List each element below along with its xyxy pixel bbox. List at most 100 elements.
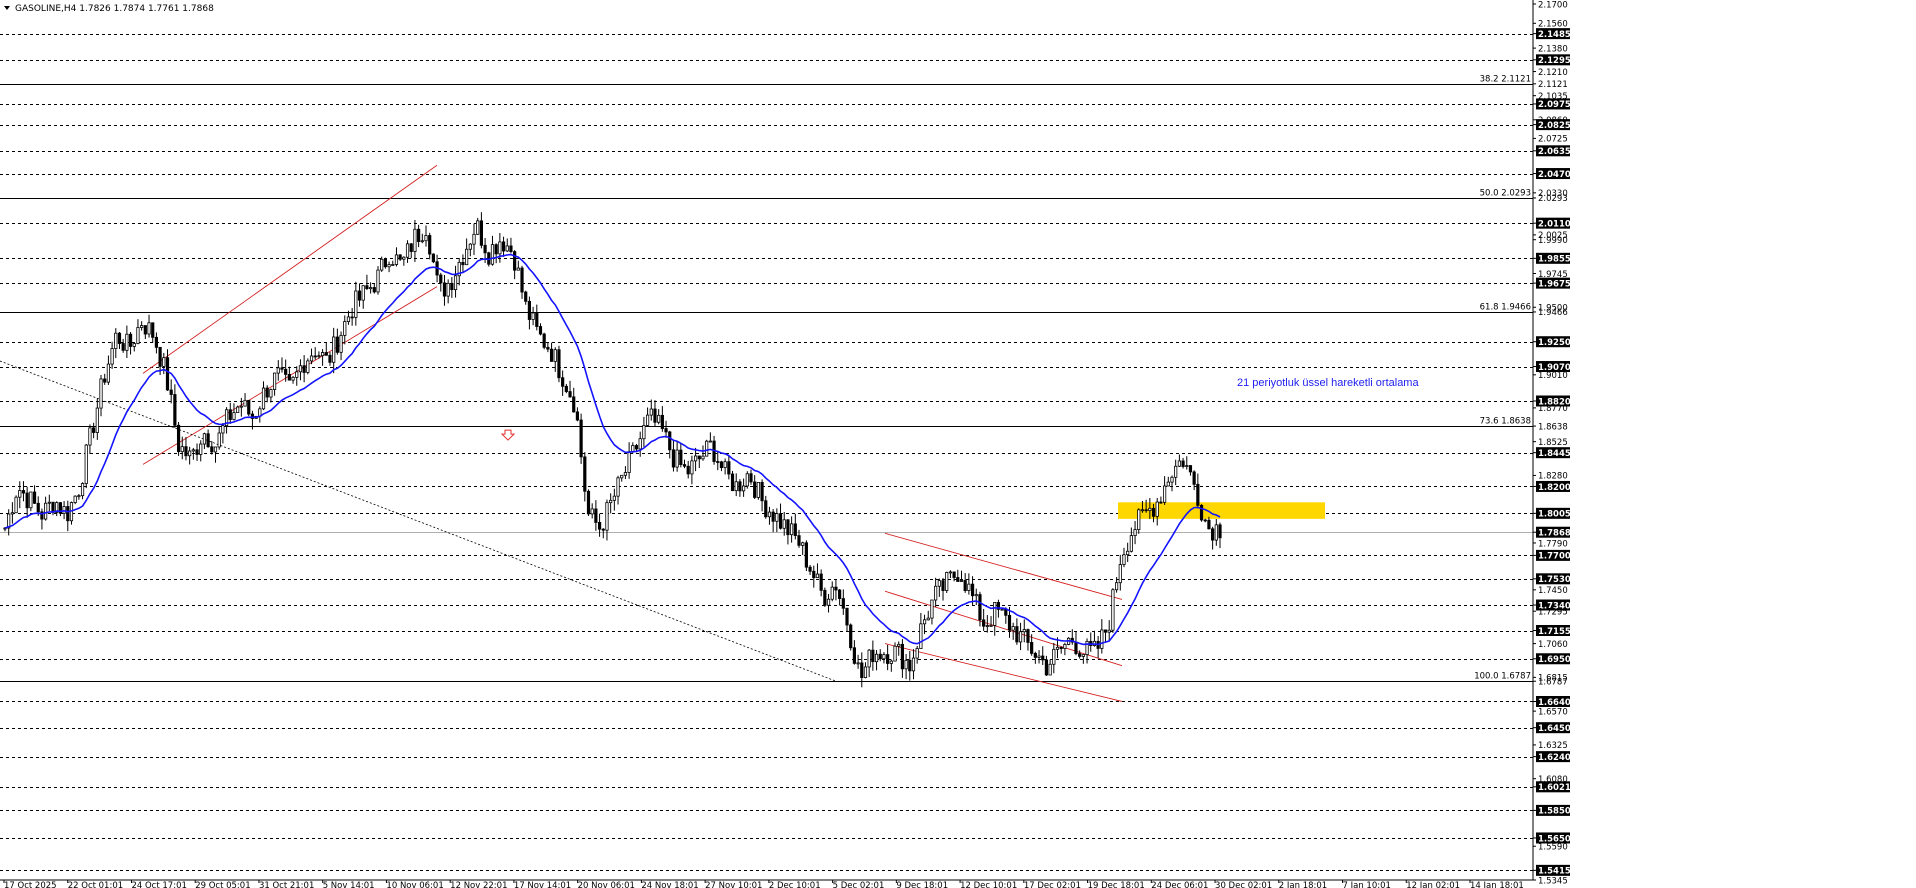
- candle-body: [62, 506, 66, 514]
- candle-body: [790, 523, 794, 536]
- price-level-box-label: 1.5850: [1538, 807, 1571, 817]
- candle-body: [1203, 519, 1207, 522]
- price-level-box-label: 1.5415: [1538, 867, 1571, 877]
- candle-body: [808, 566, 812, 572]
- candle-body: [605, 502, 609, 531]
- candle-body: [439, 274, 443, 284]
- candle-body: [1059, 646, 1063, 649]
- candle-body: [1074, 641, 1078, 655]
- price-level-box-label: 1.9855: [1538, 255, 1571, 265]
- candle-body: [465, 248, 469, 266]
- price-tick-label: 2.0293: [1538, 194, 1568, 204]
- candle-body: [889, 660, 893, 664]
- candle-body: [860, 662, 864, 678]
- candle-body: [117, 332, 122, 344]
- time-tick-label: 2 Jan 18:01: [1279, 881, 1327, 888]
- price-tick-label: 1.9010: [1538, 371, 1568, 381]
- candle-body: [1207, 519, 1211, 530]
- candle-body: [1103, 629, 1108, 633]
- price-tick-label: 2.1210: [1538, 68, 1568, 78]
- candle-body: [542, 333, 546, 348]
- candle-body: [753, 481, 757, 498]
- candle-body: [970, 583, 975, 597]
- candle-body: [682, 464, 687, 467]
- time-tick-label: 12 Dec 10:01: [960, 881, 1017, 888]
- candle-body: [941, 580, 945, 591]
- candle-body: [549, 348, 554, 362]
- candle-body: [1118, 564, 1122, 584]
- candle-body: [926, 617, 930, 621]
- candle-body: [764, 500, 768, 518]
- price-tick-label: 1.6787: [1538, 678, 1568, 688]
- candle-body: [479, 220, 483, 246]
- candle-body: [561, 377, 565, 387]
- candle-body: [668, 431, 672, 451]
- candle-body: [945, 572, 949, 591]
- candle-body: [775, 513, 779, 522]
- time-tick-label: 10 Nov 06:01: [386, 881, 443, 888]
- price-level-box-label: 2.0975: [1538, 100, 1571, 110]
- candle-body: [911, 657, 916, 672]
- candle-body: [849, 624, 853, 649]
- candle-body: [1081, 654, 1085, 657]
- price-chart[interactable]: 38.2 2.1121 50.0 2.0293 61.8 1.9466 73.6 1.…: [0, 0, 1916, 888]
- candle-body: [590, 508, 594, 515]
- candle-body: [1033, 652, 1037, 658]
- price-level-box-label: 2.1485: [1538, 30, 1571, 40]
- candle-body: [350, 316, 354, 319]
- candle-body: [1148, 507, 1152, 512]
- candle-body: [804, 542, 808, 568]
- candle-body: [897, 643, 901, 647]
- candle-body: [1214, 524, 1218, 541]
- candle-body: [328, 354, 332, 363]
- candle-body: [213, 446, 218, 453]
- candle-body: [324, 352, 328, 356]
- price-level-box-label: 2.0635: [1538, 147, 1571, 157]
- candle-body: [538, 326, 543, 335]
- candle-body: [47, 501, 51, 504]
- candle-body: [298, 365, 303, 373]
- candle-body: [701, 455, 705, 460]
- candle-body: [103, 378, 107, 383]
- candle-body: [291, 376, 295, 381]
- candle-body: [409, 243, 413, 252]
- candle-body: [320, 352, 325, 357]
- price-level-box-label: 1.6450: [1538, 724, 1571, 734]
- candle-body: [99, 378, 103, 409]
- candle-body: [612, 495, 616, 501]
- time-tick-label: 7 Jan 10:01: [1343, 881, 1391, 888]
- candle-body: [623, 472, 628, 476]
- candle-body: [867, 649, 871, 668]
- candle-body: [579, 419, 583, 458]
- candle-body: [453, 275, 458, 291]
- candle-body: [882, 654, 886, 660]
- candle-body: [749, 473, 753, 483]
- candle-body: [147, 322, 151, 335]
- candle-body: [956, 577, 960, 582]
- candle-body: [332, 336, 336, 363]
- time-tick-label: 9 Dec 18:01: [896, 881, 948, 888]
- time-tick-label: 20 Nov 06:01: [578, 881, 635, 888]
- candle-body: [276, 367, 280, 374]
- candle-body: [461, 261, 465, 266]
- candle-body: [354, 290, 358, 318]
- price-tick-label: 1.8280: [1538, 472, 1568, 482]
- price-level-box-label: 1.6240: [1538, 753, 1571, 763]
- candle-body: [959, 580, 964, 582]
- candle-body: [1044, 659, 1049, 676]
- candle-body: [767, 511, 772, 518]
- candle-body: [893, 645, 897, 662]
- candle-body: [856, 662, 860, 665]
- candle-body: [1007, 614, 1012, 631]
- candle-body: [199, 443, 203, 455]
- candle-body: [498, 241, 502, 255]
- candle-body: [1122, 554, 1126, 565]
- chart-symbol: GASOLINE,H4: [15, 4, 77, 14]
- price-level-box-label: 1.7155: [1538, 627, 1571, 637]
- candle-body: [1163, 485, 1167, 503]
- candle-body: [446, 282, 450, 297]
- candle-body: [1004, 608, 1008, 616]
- candle-body: [302, 365, 306, 373]
- time-tick-label: 12 Nov 22:01: [450, 881, 507, 888]
- candle-body: [568, 391, 572, 398]
